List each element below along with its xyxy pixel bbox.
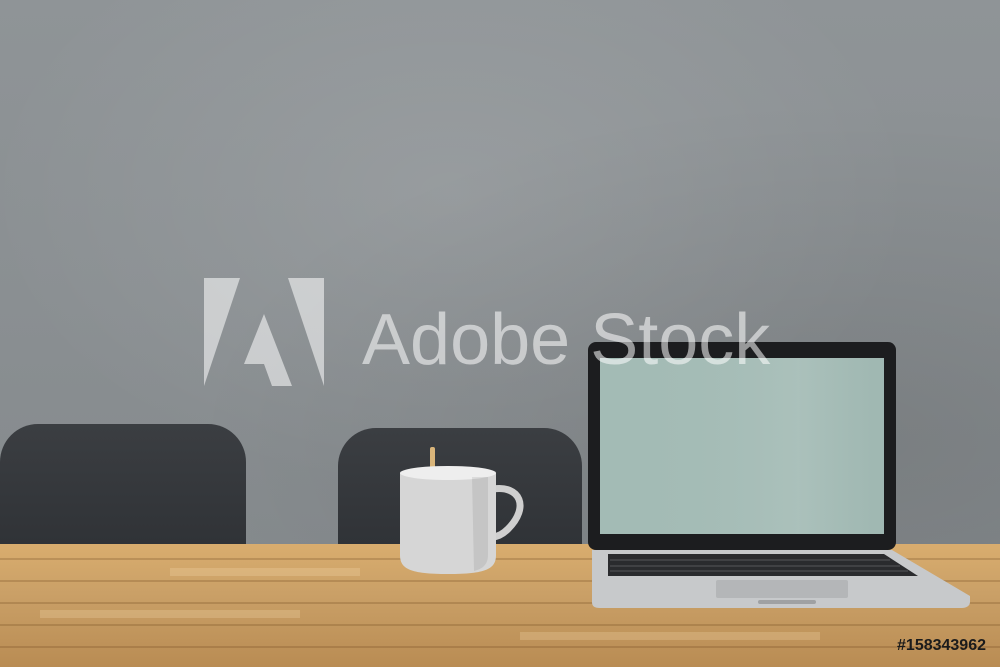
wood-plank-seam [0,646,1000,648]
laptop-notch [758,600,816,604]
wood-plank-highlight [520,632,820,640]
laptop-keyboard [608,554,918,576]
mug-handle [491,485,524,541]
watermark-text: Adobe Stock [362,300,771,380]
adobe-logo-icon [204,278,324,386]
wood-plank-highlight [170,568,360,576]
laptop-trackpad [716,580,848,598]
photo-scene: Adobe Stock #158343962 [0,0,1000,667]
adobe-stock-watermark: Adobe Stock [204,278,771,386]
mug-shadow [472,477,488,571]
image-id-label: #158343962 [897,637,986,654]
chair-back-left [0,424,246,554]
wood-plank-highlight [40,610,300,618]
coffee-mug [400,447,524,574]
wood-plank-seam [0,624,1000,626]
